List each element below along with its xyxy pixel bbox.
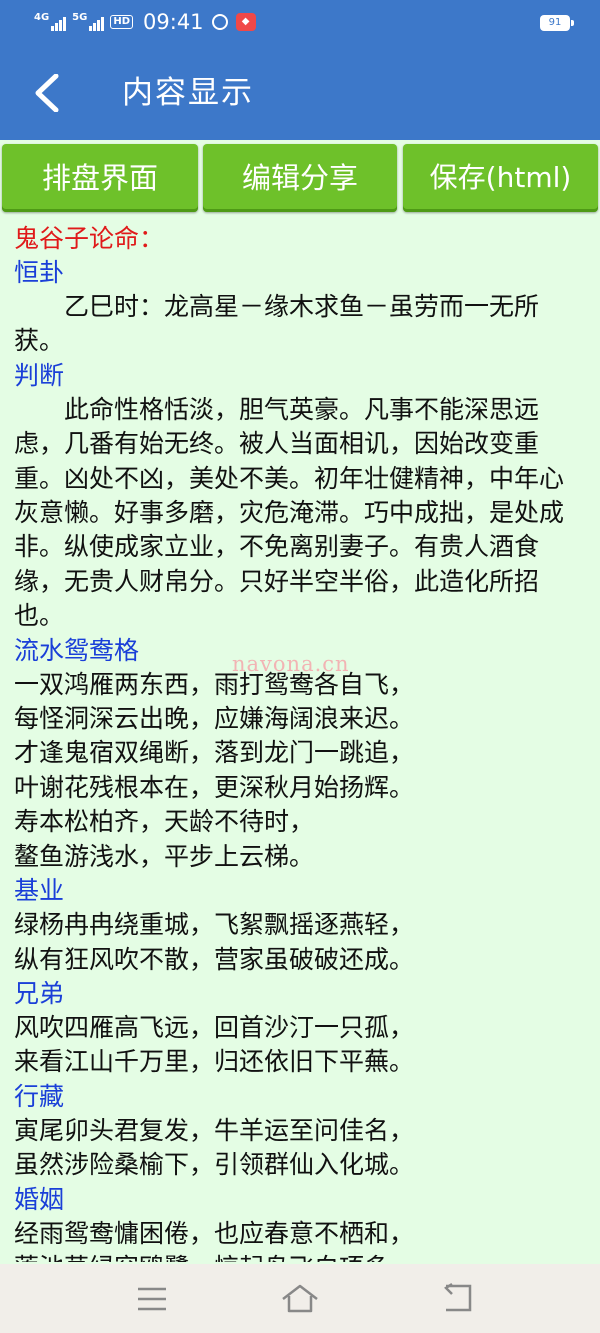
verse-line: 叶谢花残根本在，更深秋月始扬辉。 <box>14 772 415 802</box>
edit-share-button[interactable]: 编辑分享 <box>203 144 397 212</box>
status-time: 09:41 <box>143 10 204 34</box>
section-heading: 婚姻 <box>14 1184 65 1214</box>
content-title: 鬼谷子论命： <box>14 224 165 253</box>
verse-line: 寿本松柏齐，天龄不待时， <box>14 807 315 837</box>
verse-line: 莲池草绿容鸥鹭，惊起鸟飞白项多。 <box>14 1251 586 1262</box>
network-type-1: 4G <box>34 12 50 23</box>
section-heading: 判断 <box>14 360 65 390</box>
section-heading: 恒卦 <box>14 258 65 287</box>
verse-line: 虽然涉险桑榆下，引领群仙入化城。 <box>14 1150 415 1180</box>
verse-line: 风吹四雁高飞远，回首沙汀一只孤， <box>14 1012 415 1042</box>
verse-line: 绿杨冉冉绕重城，飞絮飘摇逐燕轻， <box>14 910 415 940</box>
chevron-left-icon <box>35 73 59 113</box>
verse-line: 才逢鬼宿双绳断，落到龙门一跳追， <box>14 738 415 768</box>
verse-line: 鳌鱼游浅水，平步上云梯。 <box>14 841 315 871</box>
app-notification-icon: ◆ <box>235 13 256 31</box>
section-heading: 行藏 <box>14 1081 65 1111</box>
watermark: navona.cn <box>232 652 350 676</box>
back-nav-button[interactable] <box>436 1282 476 1316</box>
section-heading: 基业 <box>14 876 65 906</box>
battery-icon: 91 <box>540 15 574 31</box>
verse-line: 每怪洞深云出晚，应嫌海阔浪来迟。 <box>14 704 415 734</box>
section-paragraph: 乙巳时：龙高星－缘木求鱼－虽劳而一无所获。 <box>14 292 540 356</box>
page-title: 内容显示 <box>122 75 254 111</box>
section-paragraph: 此命性格恬淡，胆气英豪。凡事不能深思远虑，几番有始无终。被人当面相讥，因始改变重… <box>14 394 565 631</box>
back-button[interactable] <box>30 73 64 113</box>
status-bar: 4G 5G HD 09:41 ◆ 91 <box>0 0 600 46</box>
back-icon <box>444 1282 472 1312</box>
content-area[interactable]: 鬼谷子论命： 恒卦 乙巳时：龙高星－缘木求鱼－虽劳而一无所获。 判断 此命性格恬… <box>14 222 586 1262</box>
verse-line: 经雨鸳鸯慵困倦，也应春意不栖和， <box>14 1218 415 1248</box>
section-heading: 兄弟 <box>14 978 65 1008</box>
notification-icon <box>211 14 228 30</box>
hd-icon: HD <box>110 15 134 29</box>
menu-button[interactable] <box>132 1282 172 1316</box>
layout-view-button[interactable]: 排盘界面 <box>2 144 198 212</box>
network-type-2: 5G <box>72 12 88 23</box>
action-buttons: 排盘界面 编辑分享 保存(html) <box>0 142 600 214</box>
status-left: 4G 5G HD 09:41 ◆ <box>34 10 256 34</box>
verse-line: 纵有狂风吹不散，营家虽破破还成。 <box>14 944 415 974</box>
verse-line: 寅尾卯头君复发，牛羊运至问佳名， <box>14 1115 415 1145</box>
app-bar: 内容显示 <box>0 46 600 140</box>
save-html-button[interactable]: 保存(html) <box>403 144 598 212</box>
signal-4g-icon: 4G <box>34 12 67 31</box>
verse-line: 来看江山千万里，归还依旧下平蕪。 <box>14 1047 415 1077</box>
home-icon <box>282 1284 318 1313</box>
home-button[interactable] <box>280 1282 320 1316</box>
signal-5g-icon: 5G <box>72 12 105 31</box>
battery-level: 91 <box>548 17 562 28</box>
menu-icon <box>138 1287 166 1311</box>
system-nav-bar <box>0 1264 600 1333</box>
